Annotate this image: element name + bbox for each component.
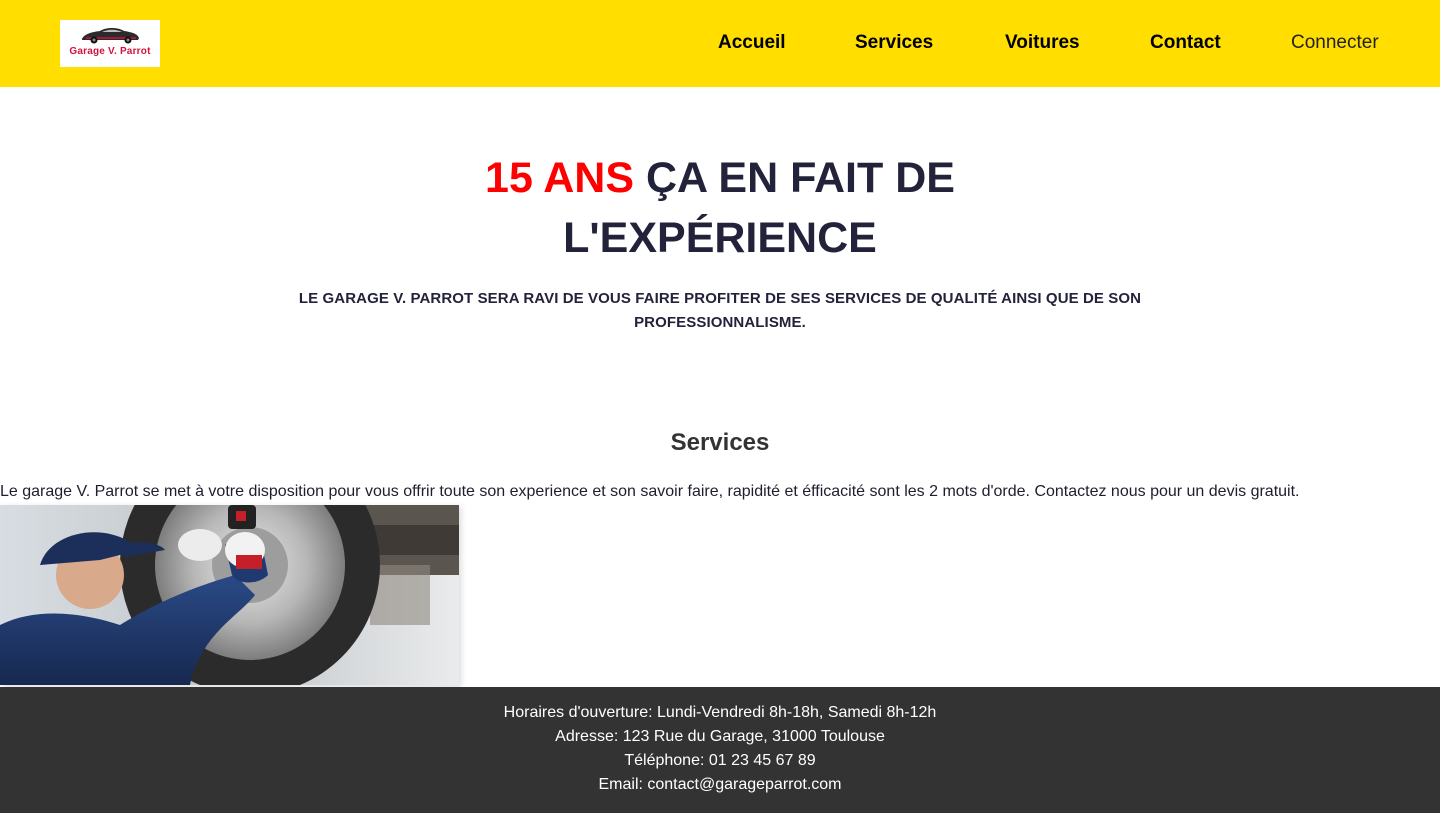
footer-phone: Téléphone: 01 23 45 67 89 — [624, 752, 816, 769]
site-footer: Horaires d'ouverture: Lundi-Vendredi 8h-… — [0, 687, 1440, 813]
hero-subtitle: LE GARAGE V. PARROT SERA RAVI DE VOUS FA… — [298, 290, 1142, 331]
footer-hours: Horaires d'ouverture: Lundi-Vendredi 8h-… — [503, 704, 937, 721]
nav-item-services[interactable]: Services — [855, 31, 933, 55]
hero-title-line1: ÇA EN FAIT DE — [645, 154, 955, 202]
hero-title-line2: L'EXPÉRIENCE — [563, 214, 877, 262]
connect-link[interactable]: Connecter — [1291, 31, 1379, 55]
hero-title-accent: 15 ANS — [485, 154, 635, 202]
mechanic-photo — [0, 505, 459, 685]
main-nav: Accueil Services Voitures Contact Connec… — [0, 0, 1440, 87]
services-description: Le garage V. Parrot se met à votre dispo… — [0, 483, 1300, 500]
nav-item-accueil[interactable]: Accueil — [718, 31, 786, 55]
services-heading: Services — [670, 429, 770, 456]
footer-email[interactable]: Email: contact@garageparrot.com — [0, 773, 1440, 797]
site-header: Garage V. Parrot Accueil Services Voitur… — [0, 0, 1440, 87]
footer-address: Adresse: 123 Rue du Garage, 31000 Toulou… — [555, 728, 885, 745]
hero-title: 15 ANS ÇA EN FAIT DE L'EXPÉRIENCE — [0, 148, 1440, 268]
nav-item-contact[interactable]: Contact — [1150, 31, 1221, 55]
nav-item-voitures[interactable]: Voitures — [1005, 31, 1080, 55]
